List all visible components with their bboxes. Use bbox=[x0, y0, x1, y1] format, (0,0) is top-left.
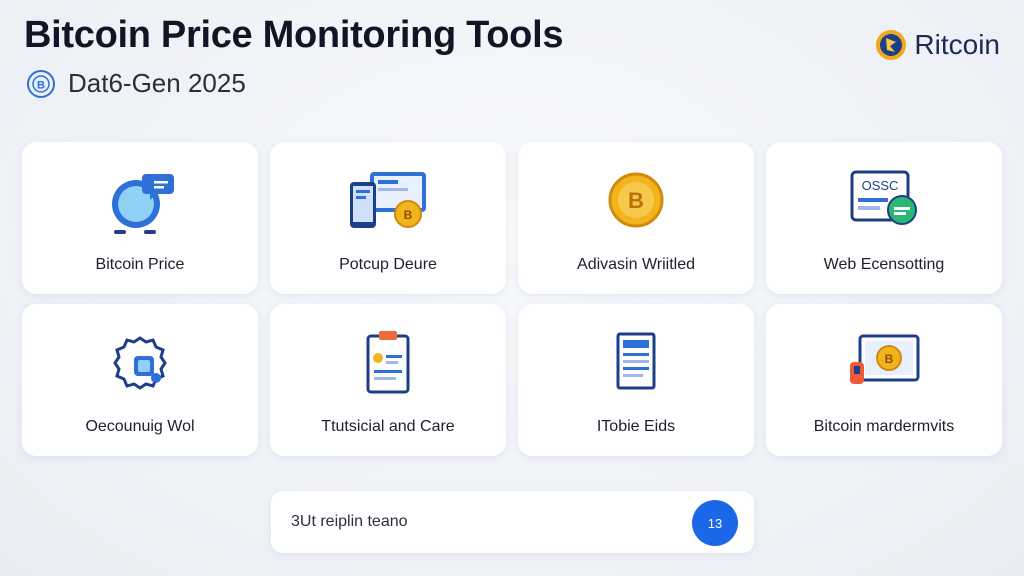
desktop-mobile-coin-icon: B bbox=[350, 172, 426, 228]
tool-card-bitcoin-mardermvits[interactable]: B Bitcoin mardermvits bbox=[766, 304, 1002, 456]
tool-card-web-ecensotting[interactable]: OSSC Web Ecensotting bbox=[766, 142, 1002, 294]
web-window-icon: OSSC bbox=[850, 170, 917, 225]
tool-card-label: Bitcoin mardermvits bbox=[813, 418, 955, 435]
tool-card-ttutsicial-and-care[interactable]: Ttutsicial and Care bbox=[270, 304, 506, 456]
tool-card-label: ITobie Eids bbox=[596, 418, 676, 435]
search-submit-button[interactable]: 13 bbox=[692, 500, 738, 546]
search-input[interactable] bbox=[291, 507, 671, 537]
clipboard-icon bbox=[366, 331, 410, 394]
tool-card-itobie-eids[interactable]: ITobie Eids bbox=[518, 304, 754, 456]
tool-card-label: Potcup Deure bbox=[339, 256, 437, 273]
tool-card-label: Adivasin Wriitled bbox=[577, 256, 695, 273]
tool-card-label: Ttutsicial and Care bbox=[321, 418, 455, 435]
tool-card-adivasin-wriitled[interactable]: B Adivasin Wriitled bbox=[518, 142, 754, 294]
tool-card-label: Web Ecensotting bbox=[823, 256, 945, 273]
document-icon bbox=[616, 332, 656, 390]
page-title: Bitcoin Price Monitoring Tools bbox=[24, 14, 564, 56]
tool-card-label: Oecounuig Wol bbox=[85, 418, 195, 435]
svg-text:B: B bbox=[404, 208, 413, 222]
svg-text:B: B bbox=[37, 79, 45, 91]
svg-text:B: B bbox=[885, 352, 894, 366]
brand-logo[interactable]: Ritcoin bbox=[874, 28, 1000, 62]
chat-monitor-icon bbox=[112, 174, 174, 234]
subtitle-text: Dat6-Gen 2025 bbox=[68, 68, 246, 98]
tool-card-bitcoin-price[interactable]: Bitcoin Price bbox=[22, 142, 258, 294]
tool-card-oecounuig-wol[interactable]: Oecounuig Wol bbox=[22, 304, 258, 456]
gold-coin-icon: B bbox=[608, 172, 664, 228]
tools-grid: Bitcoin Price B Potcup Deure B Adivasin … bbox=[22, 142, 1002, 456]
tool-card-label: Bitcoin Price bbox=[95, 256, 185, 273]
gear-chip-icon bbox=[113, 336, 167, 390]
bitcoin-badge-icon: B bbox=[27, 69, 55, 98]
tool-card-potcup-deure[interactable]: B Potcup Deure bbox=[270, 142, 506, 294]
brand-coin-icon bbox=[876, 30, 907, 60]
svg-text:OSSC: OSSC bbox=[862, 178, 899, 193]
monitor-coin-icon: B bbox=[850, 334, 920, 384]
subtitle-row: B Dat6-Gen 2025 bbox=[26, 68, 246, 99]
search-bar: 13 bbox=[271, 491, 754, 553]
svg-text:B: B bbox=[628, 188, 644, 213]
brand-name: Ritcoin bbox=[914, 29, 1000, 60]
